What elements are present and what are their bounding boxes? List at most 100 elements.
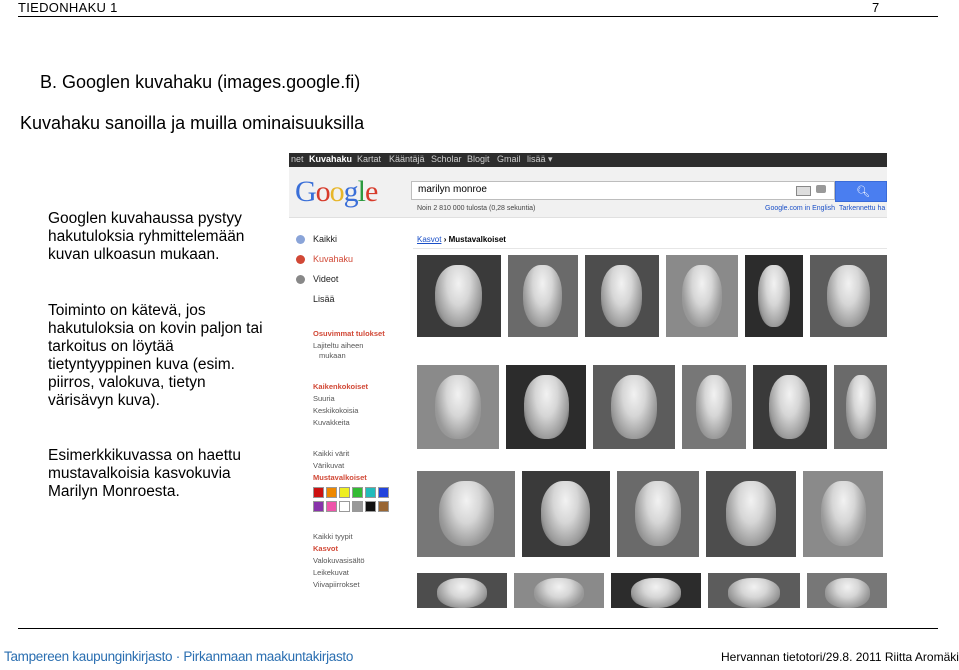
breadcrumb: Kasvot › Mustavalkoiset: [417, 235, 506, 244]
search-input[interactable]: marilyn monroe: [411, 181, 835, 200]
topbar-item[interactable]: Kartat: [357, 154, 381, 164]
filter-varikuvat[interactable]: Värikuvat: [313, 461, 344, 470]
filter-kaikenkokoiset[interactable]: Kaikenkokoiset: [313, 382, 368, 391]
sidebar-item-videot[interactable]: Videot: [313, 274, 338, 284]
footer-credit: Hervannan tietotori/29.8. 2011 Riitta Ar…: [721, 650, 959, 664]
color-swatch[interactable]: [339, 487, 350, 498]
image-thumbnail[interactable]: [666, 255, 738, 337]
topbar-item[interactable]: Blogit: [467, 154, 490, 164]
face-photo: [435, 265, 482, 327]
image-thumbnail[interactable]: [508, 255, 578, 337]
color-swatch[interactable]: [313, 487, 324, 498]
color-swatch[interactable]: [326, 487, 337, 498]
color-swatch[interactable]: [326, 501, 337, 512]
color-swatch[interactable]: [352, 487, 363, 498]
topbar-item[interactable]: Kääntäjä: [389, 154, 425, 164]
image-thumbnail[interactable]: [682, 365, 746, 449]
library-logo-text: Tampereen kaupunginkirjasto · Pirkanmaan…: [4, 649, 354, 664]
filter-valokuvasisalto[interactable]: Valokuvasisältö: [313, 556, 365, 565]
face-photo: [435, 375, 481, 439]
google-logo[interactable]: Google: [295, 175, 378, 209]
filter-leikekuvat[interactable]: Leikekuvat: [313, 568, 349, 577]
image-thumbnail[interactable]: [807, 573, 887, 608]
search-query: marilyn monroe: [418, 184, 487, 195]
sidebar-item-kuvahaku[interactable]: Kuvahaku: [313, 254, 353, 264]
face-photo: [728, 578, 780, 608]
topbar-item-kuvahaku[interactable]: Kuvahaku: [309, 154, 352, 164]
color-swatch[interactable]: [352, 501, 363, 512]
filter-kasvot[interactable]: Kasvot: [313, 544, 338, 553]
face-photo: [437, 578, 487, 608]
image-thumbnail[interactable]: [522, 471, 610, 557]
image-thumbnail[interactable]: [810, 255, 887, 337]
image-thumbnail[interactable]: [706, 471, 796, 557]
face-photo: [825, 578, 870, 608]
image-thumbnail[interactable]: [417, 255, 501, 337]
header-rule: [18, 16, 938, 17]
footer-rule: [18, 628, 938, 629]
filter-kaikki-varit[interactable]: Kaikki värit: [313, 449, 349, 458]
color-swatch[interactable]: [378, 501, 389, 512]
image-thumbnail[interactable]: [611, 573, 701, 608]
face-photo: [534, 578, 584, 608]
search-icon: 🔍︎: [856, 186, 870, 198]
divider: [413, 248, 887, 249]
section-subtitle: Kuvahaku sanoilla ja muilla ominaisuuksi…: [20, 113, 365, 133]
face-photo: [439, 481, 494, 546]
face-photo: [846, 375, 876, 439]
paragraph-3: Esimerkkikuvassa on haettu mustavalkoisi…: [48, 447, 241, 500]
image-thumbnail[interactable]: [585, 255, 659, 337]
breadcrumb-link-kasvot[interactable]: Kasvot: [417, 235, 441, 244]
topbar-item[interactable]: net: [291, 154, 304, 164]
color-swatch[interactable]: [313, 501, 324, 512]
image-thumbnail[interactable]: [417, 471, 515, 557]
camera-icon[interactable]: [816, 185, 826, 193]
image-thumbnail[interactable]: [753, 365, 827, 449]
topbar-item[interactable]: Gmail: [497, 154, 521, 164]
filter-kuvakkeita[interactable]: Kuvakkeita: [313, 418, 350, 427]
topbar-item[interactable]: Scholar: [431, 154, 462, 164]
topbar-item[interactable]: lisää ▾: [527, 154, 553, 165]
filter-lajiteltu[interactable]: Lajiteltu aiheen: [313, 341, 363, 350]
search-button[interactable]: 🔍︎: [835, 181, 887, 202]
filter-keskikokoisia[interactable]: Keskikokoisia: [313, 406, 358, 415]
advanced-search-link[interactable]: Tarkennettu ha: [839, 205, 885, 212]
results-count: Noin 2 810 000 tulosta (0,28 sekuntia): [417, 205, 536, 212]
image-thumbnail[interactable]: [506, 365, 586, 449]
camera-icon: [296, 255, 305, 264]
filter-osuvimmat[interactable]: Osuvimmat tulokset: [313, 329, 385, 338]
face-photo: [821, 481, 866, 546]
image-thumbnail[interactable]: [803, 471, 883, 557]
filter-kaikki-tyypit[interactable]: Kaikki tyypit: [313, 532, 353, 541]
face-photo: [524, 375, 569, 439]
filter-suuria[interactable]: Suuria: [313, 394, 335, 403]
sidebar-item-kaikki[interactable]: Kaikki: [313, 234, 337, 244]
face-photo: [827, 265, 870, 327]
color-swatch[interactable]: [365, 501, 376, 512]
google-topbar: net Kuvahaku Kartat Kääntäjä Scholar Blo…: [289, 153, 887, 167]
color-swatch[interactable]: [339, 501, 350, 512]
color-swatch[interactable]: [378, 487, 389, 498]
face-photo: [696, 375, 732, 439]
filter-viivapiirrokset[interactable]: Viivapiirrokset: [313, 580, 360, 589]
english-link[interactable]: Google.com in English: [765, 205, 835, 212]
image-thumbnail[interactable]: [593, 365, 675, 449]
face-photo: [541, 481, 590, 546]
keyboard-icon[interactable]: [796, 186, 811, 196]
paragraph-2: Toiminto on kätevä, jos hakutuloksia on …: [48, 302, 263, 409]
image-thumbnail[interactable]: [514, 573, 604, 608]
face-photo: [601, 265, 642, 327]
color-swatch[interactable]: [365, 487, 376, 498]
filter-mustavalkoiset[interactable]: Mustavalkoiset: [313, 473, 367, 482]
face-photo: [611, 375, 657, 439]
breadcrumb-current: › Mustavalkoiset: [443, 235, 506, 244]
face-photo: [758, 265, 790, 327]
image-thumbnail[interactable]: [417, 365, 499, 449]
image-thumbnail[interactable]: [417, 573, 507, 608]
sidebar-item-lisaa[interactable]: Lisää: [313, 294, 335, 304]
image-thumbnail[interactable]: [745, 255, 803, 337]
image-thumbnail[interactable]: [834, 365, 887, 449]
video-icon: [296, 275, 305, 284]
image-thumbnail[interactable]: [708, 573, 800, 608]
image-thumbnail[interactable]: [617, 471, 699, 557]
